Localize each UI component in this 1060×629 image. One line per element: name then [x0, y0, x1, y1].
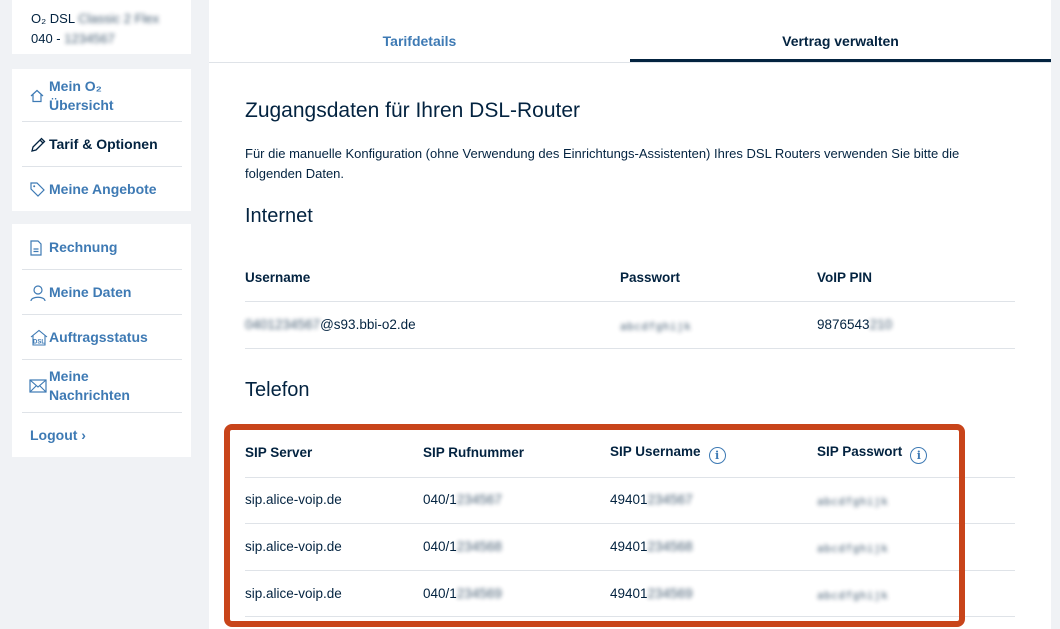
- page-title: Zugangsdaten für Ihren DSL-Router: [245, 99, 581, 122]
- tab-tarifdetails[interactable]: Tarifdetails: [209, 0, 630, 62]
- masked-value: 0401234567: [245, 317, 321, 332]
- tab-vertrag-verwalten[interactable]: Vertrag verwalten: [630, 0, 1051, 62]
- highlight-annotation: [224, 424, 965, 627]
- nav-primary: Mein O₂ Übersicht Tarif & Optionen Meine …: [12, 69, 191, 211]
- account-product-masked: Classic 2 Flex: [78, 11, 160, 26]
- internet-table: Username Passwort VoIP PIN 0401234567@s9…: [245, 270, 1015, 350]
- internet-heading: Internet: [245, 205, 313, 227]
- divider: [22, 166, 182, 167]
- sidebar-item-order-status[interactable]: DSL Auftragsstatus: [22, 328, 182, 347]
- dsl-house-icon: DSL: [22, 329, 49, 347]
- logout-link[interactable]: Logout ›: [30, 427, 86, 443]
- divider: [245, 301, 1015, 302]
- column-header: Passwort: [620, 270, 681, 285]
- account-number: 040 -: [31, 31, 61, 46]
- sidebar-item-offers[interactable]: Meine Angebote: [22, 180, 182, 199]
- internet-username: 0401234567@s93.bbi-o2.de: [245, 317, 416, 332]
- divider: [22, 412, 182, 413]
- sidebar-item-label: Auftragsstatus: [49, 329, 148, 345]
- telefon-heading: Telefon: [245, 379, 310, 401]
- account-number-masked: 1234567: [64, 31, 115, 46]
- sidebar-item-label: Nachrichten: [49, 387, 130, 403]
- sidebar-item-label: Übersicht: [49, 97, 114, 113]
- sidebar-item-label: Meine: [49, 368, 89, 384]
- tag-icon: [22, 181, 49, 198]
- pencil-icon: [22, 136, 49, 154]
- sidebar-item-label: Tarif & Optionen: [49, 136, 158, 152]
- user-icon: [22, 284, 49, 302]
- account-card[interactable]: O₂ DSL Classic 2 Flex 040 - 1234567: [12, 0, 191, 54]
- sidebar: O₂ DSL Classic 2 Flex 040 - 1234567 Mein…: [12, 0, 191, 457]
- internet-password: abcdfghijk: [620, 320, 692, 333]
- envelope-icon: [22, 379, 49, 393]
- voip-pin: 9876543210: [817, 317, 892, 332]
- sidebar-item-label: Rechnung: [49, 239, 118, 255]
- document-icon: [22, 239, 49, 256]
- divider: [22, 314, 182, 315]
- divider: [245, 348, 1015, 349]
- dsl-icon-text: DSL: [33, 339, 45, 345]
- divider: [22, 269, 182, 270]
- sidebar-item-label: Meine Daten: [49, 284, 132, 300]
- sidebar-item-invoice[interactable]: Rechnung: [22, 238, 182, 257]
- sidebar-item-label: Meine Angebote: [49, 181, 157, 197]
- username-domain: @s93.bbi-o2.de: [320, 317, 416, 332]
- sidebar-item-messages[interactable]: Meine Nachrichten: [22, 367, 182, 405]
- sidebar-item-tariff[interactable]: Tarif & Optionen: [22, 135, 182, 154]
- masked-value: 210: [869, 317, 893, 332]
- divider: [22, 359, 182, 360]
- column-header: Username: [245, 270, 311, 285]
- page-description: Für die manuelle Konfiguration (ohne Ver…: [245, 146, 960, 181]
- divider: [22, 121, 182, 122]
- column-header: VoIP PIN: [817, 270, 873, 285]
- sidebar-item-overview[interactable]: Mein O₂ Übersicht: [22, 77, 182, 115]
- sidebar-item-my-data[interactable]: Meine Daten: [22, 283, 182, 302]
- sidebar-item-label: Mein O₂: [49, 78, 102, 94]
- home-icon: [22, 88, 49, 104]
- nav-secondary: Rechnung Meine Daten DSL Auftragsstatus …: [12, 224, 191, 457]
- account-product: O₂ DSL: [31, 11, 75, 26]
- tab-bar: Tarifdetails Vertrag verwalten: [209, 0, 1051, 63]
- pin-value: 9876543: [817, 317, 870, 332]
